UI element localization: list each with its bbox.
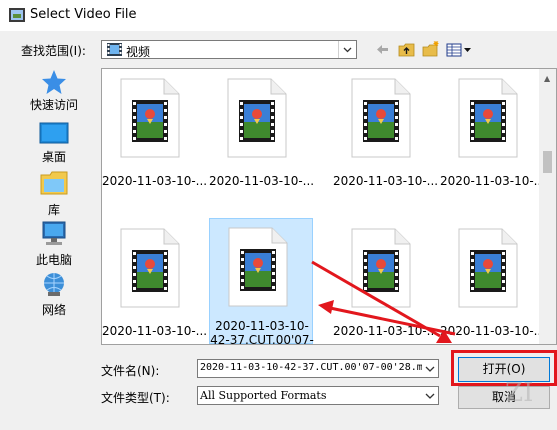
file-item[interactable]: 2020-11-03-10-... [333,220,437,340]
place-quick-access[interactable]: 快速访问 [18,68,90,116]
network-icon [44,273,64,296]
file-name: 2020-11-03-10-... [102,174,206,188]
video-file-icon [458,78,518,158]
place-library[interactable]: 库 [18,170,90,217]
filename-label: 文件名(N): [101,364,160,378]
video-file-icon [351,228,411,308]
open-button[interactable]: 打开(O) [458,357,550,382]
file-name: 2020-11-03-10-... [440,324,544,338]
file-item[interactable]: 2020-11-03-10-42-37.CUT.00'07-0 [209,218,314,345]
chevron-down-icon[interactable] [422,360,438,377]
file-item[interactable]: 2020-11-03-10-... [102,70,206,190]
file-item[interactable]: 2020-11-03-10-... [440,220,544,340]
new-folder-icon[interactable] [421,40,441,59]
file-name: 2020-11-03-10-... [102,324,206,338]
file-item[interactable]: 2020-11-03-10-... [440,70,544,190]
file-list[interactable]: 2020-11-03-10-... 2020-11-03-10-... 2020-1… [101,68,557,345]
cancel-button[interactable]: 取消 [458,386,550,409]
filetype-label: 文件类型(T): [101,391,170,405]
scroll-up-icon[interactable]: ▲ [544,74,550,83]
file-item[interactable]: 2020-11-03-10-... [209,70,313,190]
watermark: ZI [505,378,534,408]
place-network[interactable]: 网络 [18,272,90,320]
video-file-icon [120,228,180,308]
filetype-value: All Supported Formats [200,389,327,402]
place-desktop[interactable]: 桌面 [18,122,90,166]
place-label: 快速访问 [29,98,78,112]
file-name: 2020-11-03-10-... [440,174,544,188]
video-file-icon [228,227,288,307]
up-folder-icon[interactable] [397,40,417,59]
place-label: 此电脑 [35,253,72,267]
title-bar: Select Video File [0,0,557,31]
place-label: 网络 [41,303,66,317]
filename-input[interactable]: 2020-11-03-10-42-37.CUT.00'07-00'28.mp4 [197,359,439,378]
app-icon [9,8,25,22]
file-name: 2020-11-03-10-... [333,174,437,188]
desktop-icon [39,122,69,144]
vertical-scrollbar[interactable]: ▲ [539,69,556,344]
place-this-pc[interactable]: 此电脑 [18,220,90,267]
video-file-icon [120,78,180,158]
file-name: 2020-11-03-10-... [209,174,313,188]
place-label: 库 [47,203,60,217]
look-in-value: 视频 [126,45,151,59]
file-item[interactable]: 2020-11-03-10-... [333,70,437,190]
file-name: 2020-11-03-10-... [333,324,437,338]
computer-icon [42,221,66,245]
filetype-dropdown[interactable]: All Supported Formats [197,386,439,405]
video-file-icon [458,228,518,308]
places-bar: 快速访问 桌面 库 此电脑 网络 [18,68,90,330]
star-icon [42,70,66,94]
chevron-down-icon[interactable] [338,41,356,58]
video-folder-icon [107,43,122,56]
look-in-dropdown[interactable]: 视频 [101,40,357,59]
window-title: Select Video File [30,7,137,22]
video-file-icon [351,78,411,158]
chevron-down-icon[interactable] [422,387,438,404]
look-in-label: 查找范围(I): [21,44,86,58]
scrollbar-thumb[interactable] [543,151,552,173]
file-item[interactable]: 2020-11-03-10-... [102,220,206,340]
library-icon [40,171,68,195]
view-menu-icon[interactable] [445,40,473,59]
back-arrow-icon[interactable] [373,40,391,59]
file-name: 2020-11-03-10-42-37.CUT.00'07-0 [210,319,314,345]
filename-value: 2020-11-03-10-42-37.CUT.00'07-00'28.mp4 [200,362,435,373]
place-label: 桌面 [41,150,66,164]
video-file-icon [227,78,287,158]
